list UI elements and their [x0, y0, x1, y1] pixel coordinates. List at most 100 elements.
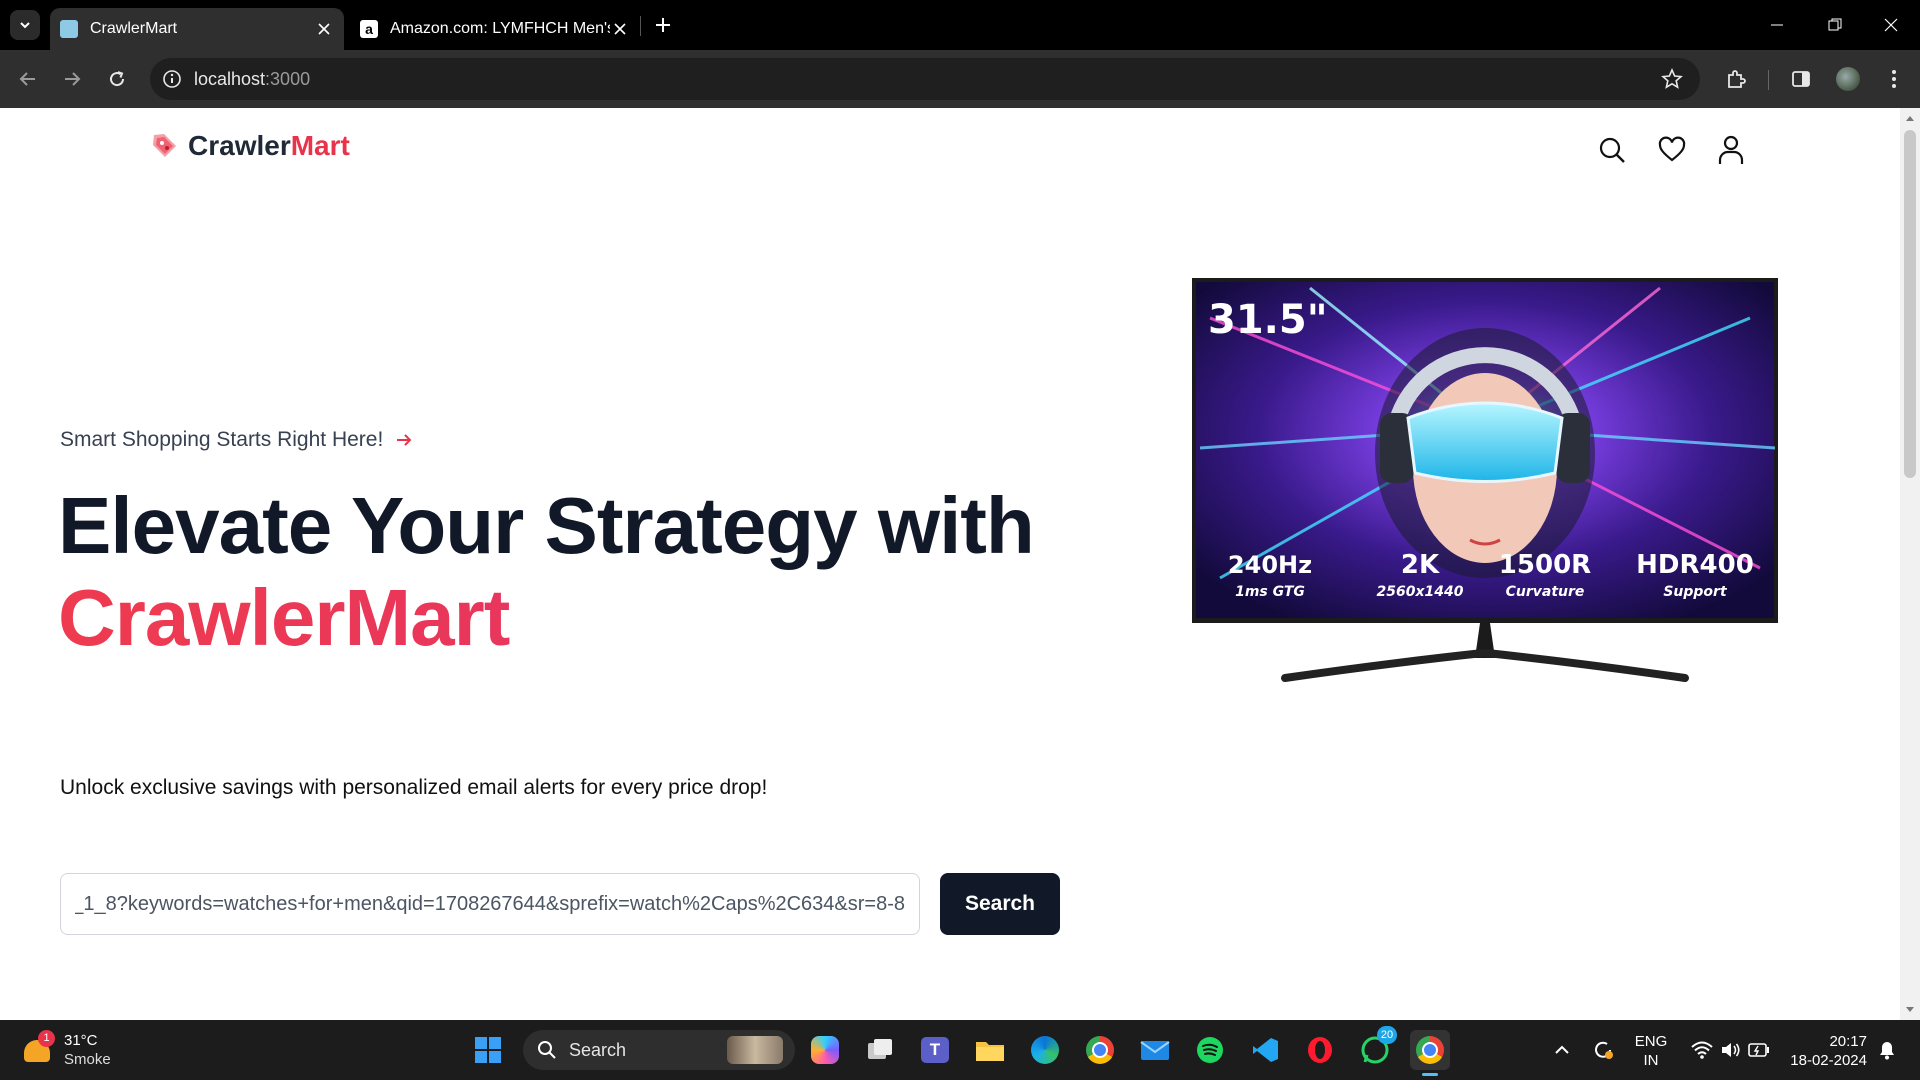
plus-icon [656, 18, 670, 32]
scroll-up-icon[interactable] [1900, 110, 1920, 128]
heart-icon [1658, 136, 1686, 162]
monitor-product-image: 31.5" 240Hz 1ms GTG 2K 2560x1440 1500R C… [1190, 278, 1790, 828]
windows-logo-icon [475, 1037, 501, 1063]
page-scrollbar[interactable] [1900, 108, 1920, 1020]
taskbar-file-explorer[interactable] [970, 1030, 1010, 1070]
close-tab-icon[interactable] [610, 19, 630, 39]
monitor-size-label: 31.5" [1208, 297, 1328, 343]
taskbar-task-view[interactable] [860, 1030, 900, 1070]
active-app-indicator [1422, 1073, 1438, 1076]
clock[interactable]: 20:17 18-02-2024 [1783, 1032, 1867, 1070]
address-bar[interactable]: localhost:3000 [150, 58, 1700, 100]
product-url-input[interactable] [60, 873, 920, 935]
hero-headline: Elevate Your Strategy with CrawlerMart [58, 480, 1035, 664]
minimize-icon [1771, 24, 1783, 26]
side-panel-icon [1792, 71, 1810, 87]
copilot-icon [811, 1036, 839, 1064]
site-info-icon[interactable] [162, 69, 182, 89]
clock-time: 20:17 [1829, 1033, 1867, 1050]
start-button[interactable] [468, 1030, 508, 1070]
whatsapp-badge: 20 [1377, 1026, 1397, 1044]
taskbar-search-label: Search [569, 1039, 627, 1060]
feature-4-sub: Support [1663, 584, 1728, 600]
tab-search-dropdown[interactable] [10, 10, 40, 40]
brand-logo[interactable]: Crawler Mart [150, 130, 350, 162]
tab-title: CrawlerMart [90, 20, 178, 37]
taskbar-edge[interactable] [1025, 1030, 1065, 1070]
taskbar-spotify[interactable] [1190, 1030, 1230, 1070]
tab-title: Amazon.com: LYMFHCH Men's [390, 20, 610, 37]
back-button[interactable] [12, 63, 44, 95]
scroll-down-icon[interactable] [1900, 1000, 1920, 1018]
sync-icon [1595, 1041, 1613, 1059]
feature-1-main: 240Hz [1228, 551, 1312, 579]
taskbar-chrome-active[interactable] [1410, 1030, 1450, 1076]
edge-icon [1031, 1036, 1059, 1064]
search-highlight-image [727, 1036, 783, 1064]
clock-date: 18-02-2024 [1790, 1052, 1867, 1069]
nav-wishlist-button[interactable] [1652, 130, 1692, 170]
extensions-button[interactable] [1720, 63, 1752, 95]
weather-widget[interactable]: 1 31°C Smoke [20, 1030, 140, 1070]
search-icon [538, 1041, 556, 1059]
brand-name-part2: Mart [290, 130, 350, 161]
headline-line1: Elevate Your Strategy with [58, 481, 1035, 570]
search-icon [1599, 137, 1625, 163]
forward-button[interactable] [56, 63, 88, 95]
kebab-menu-icon [1892, 70, 1896, 88]
search-button[interactable]: Search [940, 873, 1060, 935]
feature-1-sub: 1ms GTG [1235, 584, 1305, 600]
quick-settings-button[interactable] [1680, 1030, 1780, 1070]
battery-icon [1748, 1043, 1769, 1057]
toolbar-divider [1768, 70, 1769, 90]
language-line2: IN [1643, 1052, 1659, 1069]
notifications-button[interactable] [1870, 1030, 1904, 1070]
scrollbar-thumb[interactable] [1904, 130, 1916, 478]
reload-button[interactable] [101, 63, 133, 95]
tab-amazon[interactable]: a Amazon.com: LYMFHCH Men's [350, 8, 640, 50]
taskbar-opera[interactable] [1300, 1030, 1340, 1070]
new-tab-button[interactable] [650, 12, 676, 38]
taskbar-mail[interactable] [1135, 1030, 1175, 1070]
feature-2-main: 2K [1401, 550, 1440, 580]
language-indicator[interactable]: ENG IN [1628, 1032, 1674, 1070]
close-tab-icon[interactable] [314, 19, 334, 39]
taskbar-vscode[interactable] [1245, 1030, 1285, 1070]
chrome-icon [1086, 1036, 1114, 1064]
browser-menu-button[interactable] [1878, 63, 1910, 95]
wifi-icon [1691, 1041, 1713, 1059]
minimize-button[interactable] [1748, 0, 1806, 50]
taskbar-chrome[interactable] [1080, 1030, 1120, 1070]
user-icon [1718, 135, 1744, 164]
browser-toolbar: localhost:3000 [0, 50, 1920, 108]
reload-icon [110, 71, 125, 87]
feature-3-main: 1500R [1499, 550, 1591, 580]
opera-icon [1308, 1037, 1332, 1063]
teams-icon: T [921, 1037, 949, 1063]
star-icon [1661, 68, 1683, 89]
taskbar-search[interactable]: Search [523, 1030, 795, 1070]
restore-button[interactable] [1806, 0, 1864, 50]
show-hidden-icons-button[interactable] [1542, 1030, 1582, 1070]
volume-icon [1722, 1043, 1740, 1057]
amazon-favicon-icon: a [360, 20, 378, 38]
tray-sync-button[interactable] [1583, 1030, 1623, 1070]
close-icon [1884, 18, 1898, 32]
puzzle-icon [1728, 70, 1746, 88]
close-window-button[interactable] [1862, 0, 1920, 50]
spotify-icon [1197, 1037, 1223, 1063]
taskbar-copilot[interactable] [805, 1030, 845, 1070]
weather-badge: 1 [38, 1030, 55, 1047]
hero-tagline[interactable]: Smart Shopping Starts Right Here! [60, 428, 413, 452]
weather-temp: 31°C [64, 1032, 98, 1049]
bookmark-button[interactable] [1656, 63, 1688, 95]
nav-search-button[interactable] [1592, 130, 1632, 170]
windows-taskbar: 1 31°C Smoke Search T 20 ENG IN 20:17 18… [0, 1020, 1920, 1080]
taskbar-whatsapp[interactable]: 20 [1355, 1026, 1397, 1070]
chevron-down-icon [20, 22, 30, 29]
nav-account-button[interactable] [1711, 130, 1751, 170]
side-panel-button[interactable] [1785, 63, 1817, 95]
taskbar-teams[interactable]: T [915, 1030, 955, 1070]
tab-crawlermart[interactable]: CrawlerMart [50, 8, 344, 50]
profile-avatar[interactable] [1832, 63, 1864, 95]
